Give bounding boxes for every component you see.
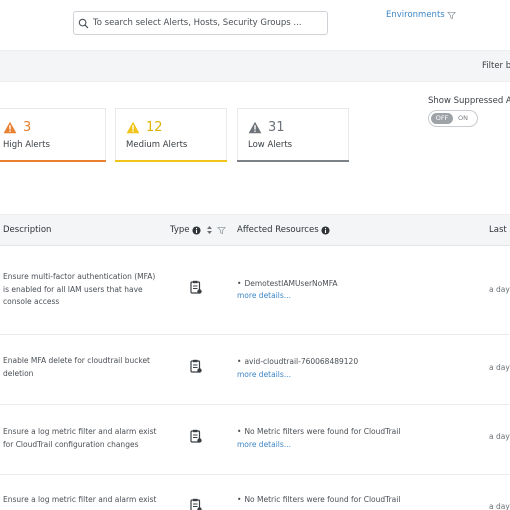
last-seen-value: a day <box>489 432 510 441</box>
info-icon <box>321 225 330 235</box>
alert-description: Ensure multi-factor authentication (MFA)… <box>3 272 156 306</box>
warning-icon <box>126 121 140 134</box>
column-last-seen-label: Last S <box>489 225 510 235</box>
clipboard-icon <box>190 280 202 294</box>
high-alerts-underline <box>0 160 106 162</box>
filter-bar: Filter b <box>0 50 510 82</box>
more-details-link[interactable]: more details... <box>237 291 291 300</box>
affected-resource-text: avid-cloudtrail-760068489120 <box>244 357 359 366</box>
column-affected-resources[interactable]: Affected Resources <box>237 225 330 235</box>
funnel-icon <box>446 11 456 19</box>
sort-icon[interactable] <box>205 225 214 235</box>
column-affected-resources-label: Affected Resources <box>237 225 319 235</box>
high-alerts-count: 3 <box>23 120 32 135</box>
affected-resource: • No Metric filters were found for CloudT… <box>237 495 401 504</box>
search-placeholder: To search select Alerts, Hosts, Security… <box>93 18 302 28</box>
affected-resource: • DemotestIAMUserNoMFA <box>237 279 338 288</box>
info-icon <box>191 225 201 235</box>
warning-icon <box>248 121 262 134</box>
column-description[interactable]: Description <box>3 225 51 235</box>
affected-resource: • No Metric filters were found for CloudT… <box>237 427 401 436</box>
table-row[interactable]: Ensure multi-factor authentication (MFA)… <box>0 246 510 335</box>
clipboard-icon <box>190 359 202 373</box>
affected-resource-text: No Metric filters were found for CloudTr… <box>244 427 401 436</box>
warning-icon <box>3 121 17 134</box>
affected-resource-text: DemotestIAMUserNoMFA <box>244 279 338 288</box>
top-bar: To search select Alerts, Hosts, Security… <box>0 0 510 48</box>
low-alerts-label: Low Alerts <box>248 140 293 150</box>
high-alerts-label: High Alerts <box>3 140 50 150</box>
search-input[interactable]: To search select Alerts, Hosts, Security… <box>73 11 328 35</box>
column-last-seen[interactable]: Last S <box>489 225 510 235</box>
column-type-label: Type <box>170 225 190 235</box>
show-suppressed-label: Show Suppressed Ale <box>428 96 510 106</box>
medium-alerts-card[interactable]: 12 Medium Alerts <box>115 108 227 162</box>
alert-description: Ensure a log metric filter and alarm exi… <box>3 495 157 504</box>
low-alerts-count: 31 <box>268 120 285 135</box>
table-row[interactable]: Enable MFA delete for cloudtrail bucket … <box>0 335 510 405</box>
last-seen-value: a day <box>489 502 510 510</box>
alerts-table-header: Description Type Affected Resources Last… <box>0 214 510 246</box>
show-suppressed-toggle[interactable]: OFF ON <box>428 110 478 127</box>
toggle-on-state: ON <box>458 114 468 122</box>
high-alerts-card[interactable]: 3 High Alerts <box>0 108 106 162</box>
funnel-icon[interactable] <box>216 226 226 235</box>
last-seen-value: a day <box>489 363 510 372</box>
table-row[interactable]: Ensure a log metric filter and alarm exi… <box>0 405 510 475</box>
clipboard-icon <box>190 429 202 443</box>
medium-alerts-underline <box>115 160 227 162</box>
alert-description: Ensure a log metric filter and alarm exi… <box>3 427 157 449</box>
column-description-label: Description <box>3 225 52 235</box>
last-seen-value: a day <box>489 285 510 294</box>
alert-description: Enable MFA delete for cloudtrail bucket … <box>3 356 151 378</box>
environments-filter[interactable]: Environments <box>386 10 456 20</box>
medium-alerts-count: 12 <box>146 120 163 135</box>
low-alerts-card[interactable]: 31 Low Alerts <box>237 108 349 162</box>
environments-label: Environments <box>386 10 445 20</box>
affected-resource: • avid-cloudtrail-760068489120 <box>237 357 359 366</box>
medium-alerts-label: Medium Alerts <box>126 140 188 150</box>
toggle-off-state: OFF <box>431 113 453 124</box>
table-row[interactable]: Ensure a log metric filter and alarm exi… <box>0 475 510 510</box>
low-alerts-underline <box>237 160 349 162</box>
filter-by-label[interactable]: Filter b <box>482 61 510 71</box>
clipboard-icon <box>190 498 202 510</box>
more-details-link[interactable]: more details... <box>237 440 291 449</box>
column-type[interactable]: Type <box>170 225 226 235</box>
more-details-link[interactable]: more details... <box>237 370 291 379</box>
affected-resource-text: No Metric filters were found for CloudTr… <box>244 495 401 504</box>
search-icon <box>78 18 89 28</box>
